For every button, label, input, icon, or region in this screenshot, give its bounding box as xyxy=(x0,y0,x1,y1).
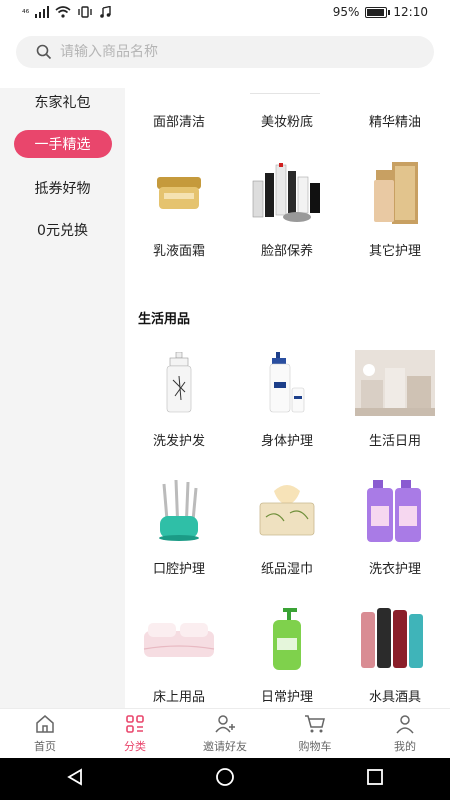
sidebar-item-coupon-goods[interactable]: 抵券好物 xyxy=(0,174,125,202)
category-bedding[interactable]: 床上用品 xyxy=(125,606,233,705)
section-title-daily-goods: 生活用品 xyxy=(138,312,191,327)
nav-profile[interactable]: 我的 xyxy=(360,709,450,758)
category-label: 纸品湿巾 xyxy=(260,562,313,577)
home-button[interactable] xyxy=(205,759,245,799)
network-label: ⁴⁶ xyxy=(22,8,30,19)
category-daily-use[interactable]: 生活日用 xyxy=(341,350,449,449)
category-label: 美妆粉底 xyxy=(260,115,313,130)
wifi-icon xyxy=(55,6,71,21)
category-lotion-cream[interactable]: 乳液面霜 xyxy=(125,160,233,259)
sidebar-item-zero-exchange[interactable]: 0元兑换 xyxy=(0,216,125,244)
battery-fill xyxy=(367,8,384,16)
category-label: 面部清洁 xyxy=(152,115,205,130)
battery-icon xyxy=(365,6,391,18)
vibrate-icon xyxy=(77,6,93,21)
category-daily-care[interactable]: 日常护理 xyxy=(233,606,341,705)
cart-icon xyxy=(304,713,326,735)
search-input[interactable] xyxy=(60,44,434,60)
clock: 12:10 xyxy=(393,5,428,19)
category-content: 面部清洁 美妆粉底 精华精油 乳液面霜 脸部保养 其它护理 生活用品 洗发护发 xyxy=(125,88,450,708)
category-label: 水具酒具 xyxy=(368,690,421,705)
category-drinkware[interactable]: 水具酒具 xyxy=(341,606,449,705)
category-foundation[interactable]: 美妆粉底 xyxy=(233,111,341,130)
category-face-care[interactable]: 脸部保养 xyxy=(233,160,341,259)
category-label: 乳液面霜 xyxy=(152,244,205,259)
serum-bottle-image xyxy=(355,160,435,226)
search-bar[interactable] xyxy=(16,36,434,68)
recents-square-icon xyxy=(366,768,384,790)
nav-label: 首页 xyxy=(34,740,56,753)
category-sidebar: 东家礼包 一手精选 抵券好物 0元兑换 xyxy=(0,88,125,708)
shampoo-bottle-image xyxy=(139,350,219,416)
category-label: 洗发护发 xyxy=(152,434,205,449)
sidebar-item-first-hand[interactable]: 一手精选 xyxy=(0,130,125,158)
divider xyxy=(250,93,320,94)
sidebar-item-dongjia-gift[interactable]: 东家礼包 xyxy=(0,88,125,116)
sidebar-item-label: 抵券好物 xyxy=(34,181,91,197)
profile-icon xyxy=(394,713,416,735)
status-right: 95% 12:10 xyxy=(333,5,428,19)
category-essence-oil[interactable]: 精华精油 xyxy=(341,111,449,130)
category-hair-care[interactable]: 洗发护发 xyxy=(125,350,233,449)
status-bar: ⁴⁶ 95% 12:10 xyxy=(0,0,450,28)
category-label: 床上用品 xyxy=(152,690,205,705)
category-label: 脸部保养 xyxy=(260,244,313,259)
category-label: 精华精油 xyxy=(368,115,421,130)
nav-label: 邀请好友 xyxy=(203,740,247,753)
music-icon xyxy=(99,5,111,21)
cream-jar-image xyxy=(139,160,219,226)
nav-invite-friends[interactable]: 邀请好友 xyxy=(180,709,270,758)
signal-icon xyxy=(35,6,50,21)
sidebar-item-label: 0元兑换 xyxy=(37,223,88,239)
back-button[interactable] xyxy=(55,759,95,799)
nav-home[interactable]: 首页 xyxy=(0,709,90,758)
nav-label: 分类 xyxy=(124,740,146,753)
category-icon xyxy=(124,713,146,735)
category-label: 日常护理 xyxy=(260,690,313,705)
category-label: 口腔护理 xyxy=(152,562,205,577)
sidebar-item-label: 一手精选 xyxy=(13,130,112,158)
nav-label: 购物车 xyxy=(298,740,332,753)
battery-percent: 95% xyxy=(332,5,360,19)
category-label: 身体护理 xyxy=(260,434,313,449)
tissue-box-image xyxy=(247,478,327,544)
invite-friend-icon xyxy=(214,713,236,735)
skincare-set-image xyxy=(247,160,327,226)
category-laundry-care[interactable]: 洗衣护理 xyxy=(341,478,449,577)
category-label: 洗衣护理 xyxy=(368,562,421,577)
body-lotion-image xyxy=(247,350,327,416)
home-circle-icon xyxy=(215,767,235,791)
recents-button[interactable] xyxy=(355,759,395,799)
nav-label: 我的 xyxy=(394,740,416,753)
android-navigation-bar xyxy=(0,758,450,800)
status-left: ⁴⁶ xyxy=(22,5,111,21)
home-icon xyxy=(34,713,56,735)
sidebar-item-label: 东家礼包 xyxy=(34,95,91,111)
category-label: 生活日用 xyxy=(368,434,421,449)
nav-category[interactable]: 分类 xyxy=(90,709,180,758)
category-paper-wipes[interactable]: 纸品湿巾 xyxy=(233,478,341,577)
category-face-cleansing[interactable]: 面部清洁 xyxy=(125,111,233,130)
category-body-care[interactable]: 身体护理 xyxy=(233,350,341,449)
category-label: 其它护理 xyxy=(368,244,421,259)
category-other-care[interactable]: 其它护理 xyxy=(341,160,449,259)
detergent-bottle-image xyxy=(355,478,435,544)
category-oral-care[interactable]: 口腔护理 xyxy=(125,478,233,577)
home-goods-image xyxy=(355,350,435,416)
thermos-cups-image xyxy=(355,606,435,672)
bottom-nav: 首页 分类 邀请好友 购物车 我的 xyxy=(0,708,450,758)
handwash-bottle-image xyxy=(247,606,327,672)
bedding-image xyxy=(139,606,219,672)
search-icon xyxy=(28,36,60,68)
nav-cart[interactable]: 购物车 xyxy=(270,709,360,758)
toothbrush-holder-image xyxy=(139,478,219,544)
back-triangle-icon xyxy=(66,768,84,790)
